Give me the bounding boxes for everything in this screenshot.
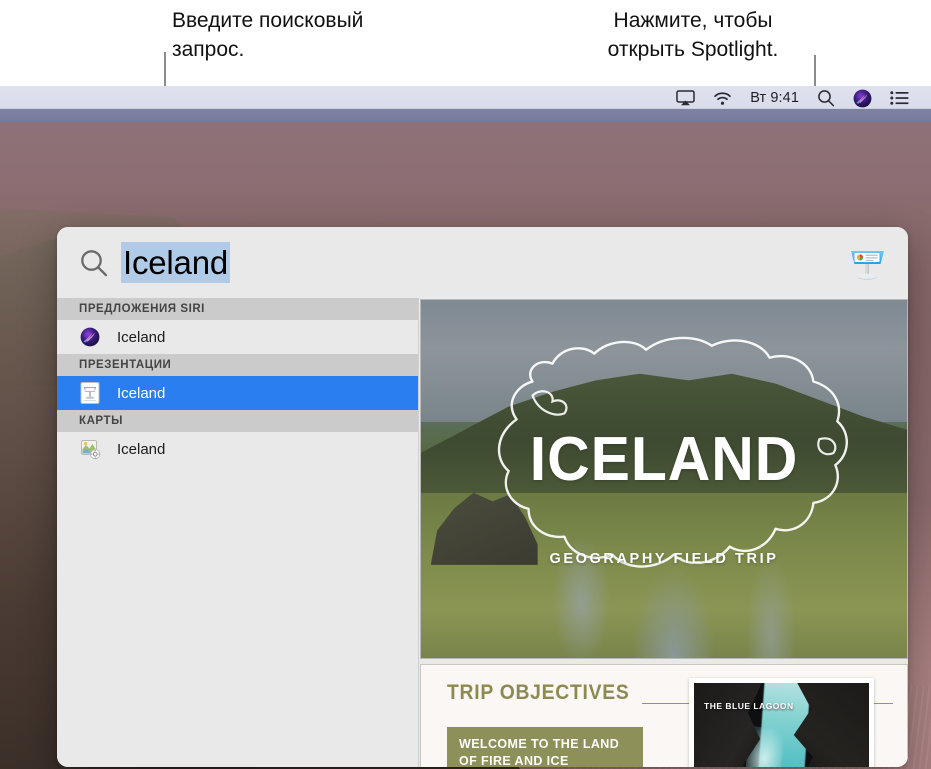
hero-title: ICELAND bbox=[529, 424, 799, 494]
screenshot-root: Введите поисковый запрос. Нажмите, чтобы… bbox=[0, 0, 931, 769]
siri-icon[interactable] bbox=[853, 89, 872, 108]
result-row-label: Iceland bbox=[117, 384, 166, 402]
preview-second-slide: TRIP OBJECTIVES WELCOME TO THE LAND OF F… bbox=[420, 664, 908, 767]
search-input-value: Iceland bbox=[121, 242, 231, 283]
objectives-callout-box: WELCOME TO THE LAND OF FIRE AND ICE bbox=[447, 727, 643, 767]
results-group-header-maps: КАРТЫ bbox=[57, 410, 418, 432]
siri-icon bbox=[79, 326, 101, 348]
spotlight-body: ПРЕДЛОЖЕНИЯ SIRI Iceland ПРЕЗЕНТАЦИИ Ice… bbox=[57, 298, 908, 767]
result-row-label: Iceland bbox=[117, 440, 166, 458]
objectives-title: TRIP OBJECTIVES bbox=[447, 681, 643, 705]
result-row-map[interactable]: Iceland bbox=[57, 432, 418, 466]
spotlight-results-list: ПРЕДЛОЖЕНИЯ SIRI Iceland ПРЕЗЕНТАЦИИ Ice… bbox=[57, 298, 419, 767]
keynote-app-icon bbox=[844, 240, 890, 286]
result-row-presentation-selected[interactable]: Iceland bbox=[57, 376, 418, 410]
desktop: Вт 9:41 Iceland ПРЕДЛОЖЕНИЯ SIRI Iceland… bbox=[0, 86, 931, 769]
spotlight-preview-pane: ICELAND GEOGRAPHY FIELD TRIP TRIP OBJECT… bbox=[419, 298, 908, 767]
result-row-siri[interactable]: Iceland bbox=[57, 320, 418, 354]
spotlight-search-bar: Iceland bbox=[57, 227, 908, 298]
callout-right-text: Нажмите, чтобы открыть Spotlight. bbox=[607, 9, 779, 61]
wifi-icon[interactable] bbox=[713, 91, 732, 106]
keynote-document-icon bbox=[79, 382, 101, 404]
list-icon[interactable] bbox=[890, 91, 909, 105]
search-input[interactable]: Iceland bbox=[113, 242, 844, 283]
search-icon bbox=[79, 248, 113, 278]
result-row-label: Iceland bbox=[117, 328, 166, 346]
results-group-header-siri: ПРЕДЛОЖЕНИЯ SIRI bbox=[57, 298, 418, 320]
hero-subtitle: GEOGRAPHY FIELD TRIP bbox=[549, 550, 779, 567]
callout-left-text: Введите поисковый запрос. bbox=[172, 9, 364, 61]
spotlight-window: Iceland ПРЕДЛОЖЕНИЯ SIRI Iceland ПРЕЗЕНТ… bbox=[57, 227, 908, 767]
blue-lagoon-photo: THE BLUE LAGOON bbox=[689, 678, 874, 767]
preview-hero-slide: ICELAND GEOGRAPHY FIELD TRIP bbox=[420, 299, 908, 659]
blue-lagoon-caption: THE BLUE LAGOON bbox=[704, 701, 794, 711]
menu-bar-clock[interactable]: Вт 9:41 bbox=[750, 90, 799, 106]
search-icon[interactable] bbox=[817, 89, 835, 107]
results-group-header-presentations: ПРЕЗЕНТАЦИИ bbox=[57, 354, 418, 376]
menu-bar: Вт 9:41 bbox=[0, 86, 931, 122]
airplay-icon[interactable] bbox=[676, 90, 695, 106]
maps-icon bbox=[79, 438, 101, 460]
